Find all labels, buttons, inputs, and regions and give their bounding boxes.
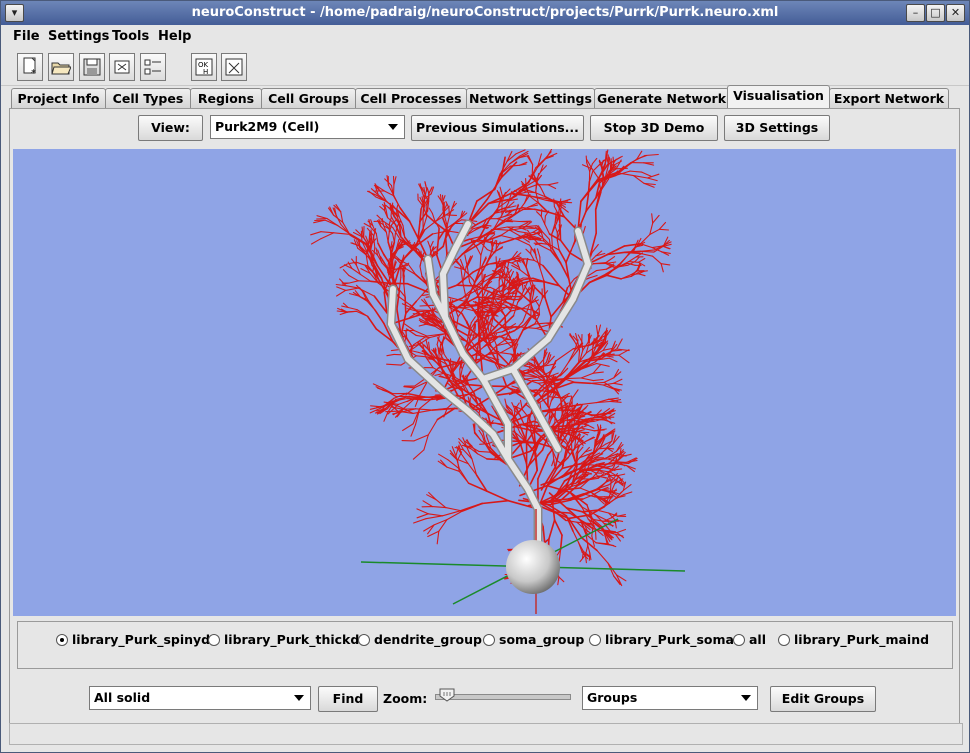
view-select-value: Purk2M9 (Cell) [215,119,320,134]
zoom-slider-track[interactable] [435,694,571,700]
dendritic-tree [310,149,672,590]
groups-select[interactable]: Groups [582,686,758,710]
menu-help[interactable]: Help [158,29,191,44]
main-tabs: Project Info Cell Types Regions Cell Gro… [1,85,969,109]
svg-text:H: H [203,68,208,76]
preferences-icon[interactable] [140,53,166,81]
display-mode-value: All solid [94,690,151,705]
close-project-icon[interactable] [109,53,135,81]
purkinje-cell-3d-view [310,149,686,614]
groups-select-value: Groups [587,690,638,705]
soma [506,540,560,594]
maximize-button[interactable]: □ [926,4,945,22]
tab-visualisation[interactable]: Visualisation [727,85,830,109]
view-label: View: [138,115,203,141]
previous-simulations-button[interactable]: Previous Simulations... [411,115,584,141]
tab-cell-types[interactable]: Cell Types [105,88,191,109]
menu-bar: File Settings Tools Help [1,26,969,48]
group-radio-panel: library_Purk_spinyd library_Purk_thickd … [17,621,953,669]
minimize-button[interactable]: – [906,4,925,22]
display-mode-select[interactable]: All solid [89,686,311,710]
check-help-icon[interactable]: OK H [191,53,217,81]
exit-icon[interactable] [221,53,247,81]
svg-text:*: * [31,68,36,77]
main-toolbar: * OK H [1,49,969,86]
app-window: ▾ neuroConstruct - /home/padraig/neuroCo… [0,0,970,753]
menu-file[interactable]: File [13,29,40,44]
tab-project-info[interactable]: Project Info [11,88,106,109]
tab-export-network[interactable]: Export Network [829,88,949,109]
3d-canvas[interactable] [13,149,956,616]
tab-cell-processes[interactable]: Cell Processes [355,88,467,109]
stop-3d-demo-button[interactable]: Stop 3D Demo [590,115,718,141]
new-project-icon[interactable]: * [17,53,43,81]
tab-regions[interactable]: Regions [190,88,262,109]
chevron-down-icon [741,695,751,701]
save-project-icon[interactable] [79,53,105,81]
window-title: neuroConstruct - /home/padraig/neuroCons… [191,5,779,20]
close-button[interactable]: ✕ [946,4,965,22]
menu-tools[interactable]: Tools [112,29,149,44]
menu-settings[interactable]: Settings [48,29,109,44]
tab-cell-groups[interactable]: Cell Groups [261,88,356,109]
title-bar: ▾ neuroConstruct - /home/padraig/neuroCo… [1,1,969,25]
tab-generate-network[interactable]: Generate Network [594,88,729,109]
3d-settings-button[interactable]: 3D Settings [724,115,830,141]
tab-network-settings[interactable]: Network Settings [466,88,595,109]
zoom-slider-thumb[interactable] [439,688,455,702]
status-bar [9,723,963,745]
open-project-icon[interactable] [48,53,74,81]
find-button[interactable]: Find [318,686,378,712]
zoom-label: Zoom: [383,691,428,706]
chevron-down-icon [388,124,398,130]
view-select[interactable]: Purk2M9 (Cell) [210,115,405,139]
edit-groups-button[interactable]: Edit Groups [770,686,876,712]
chevron-down-icon [294,695,304,701]
